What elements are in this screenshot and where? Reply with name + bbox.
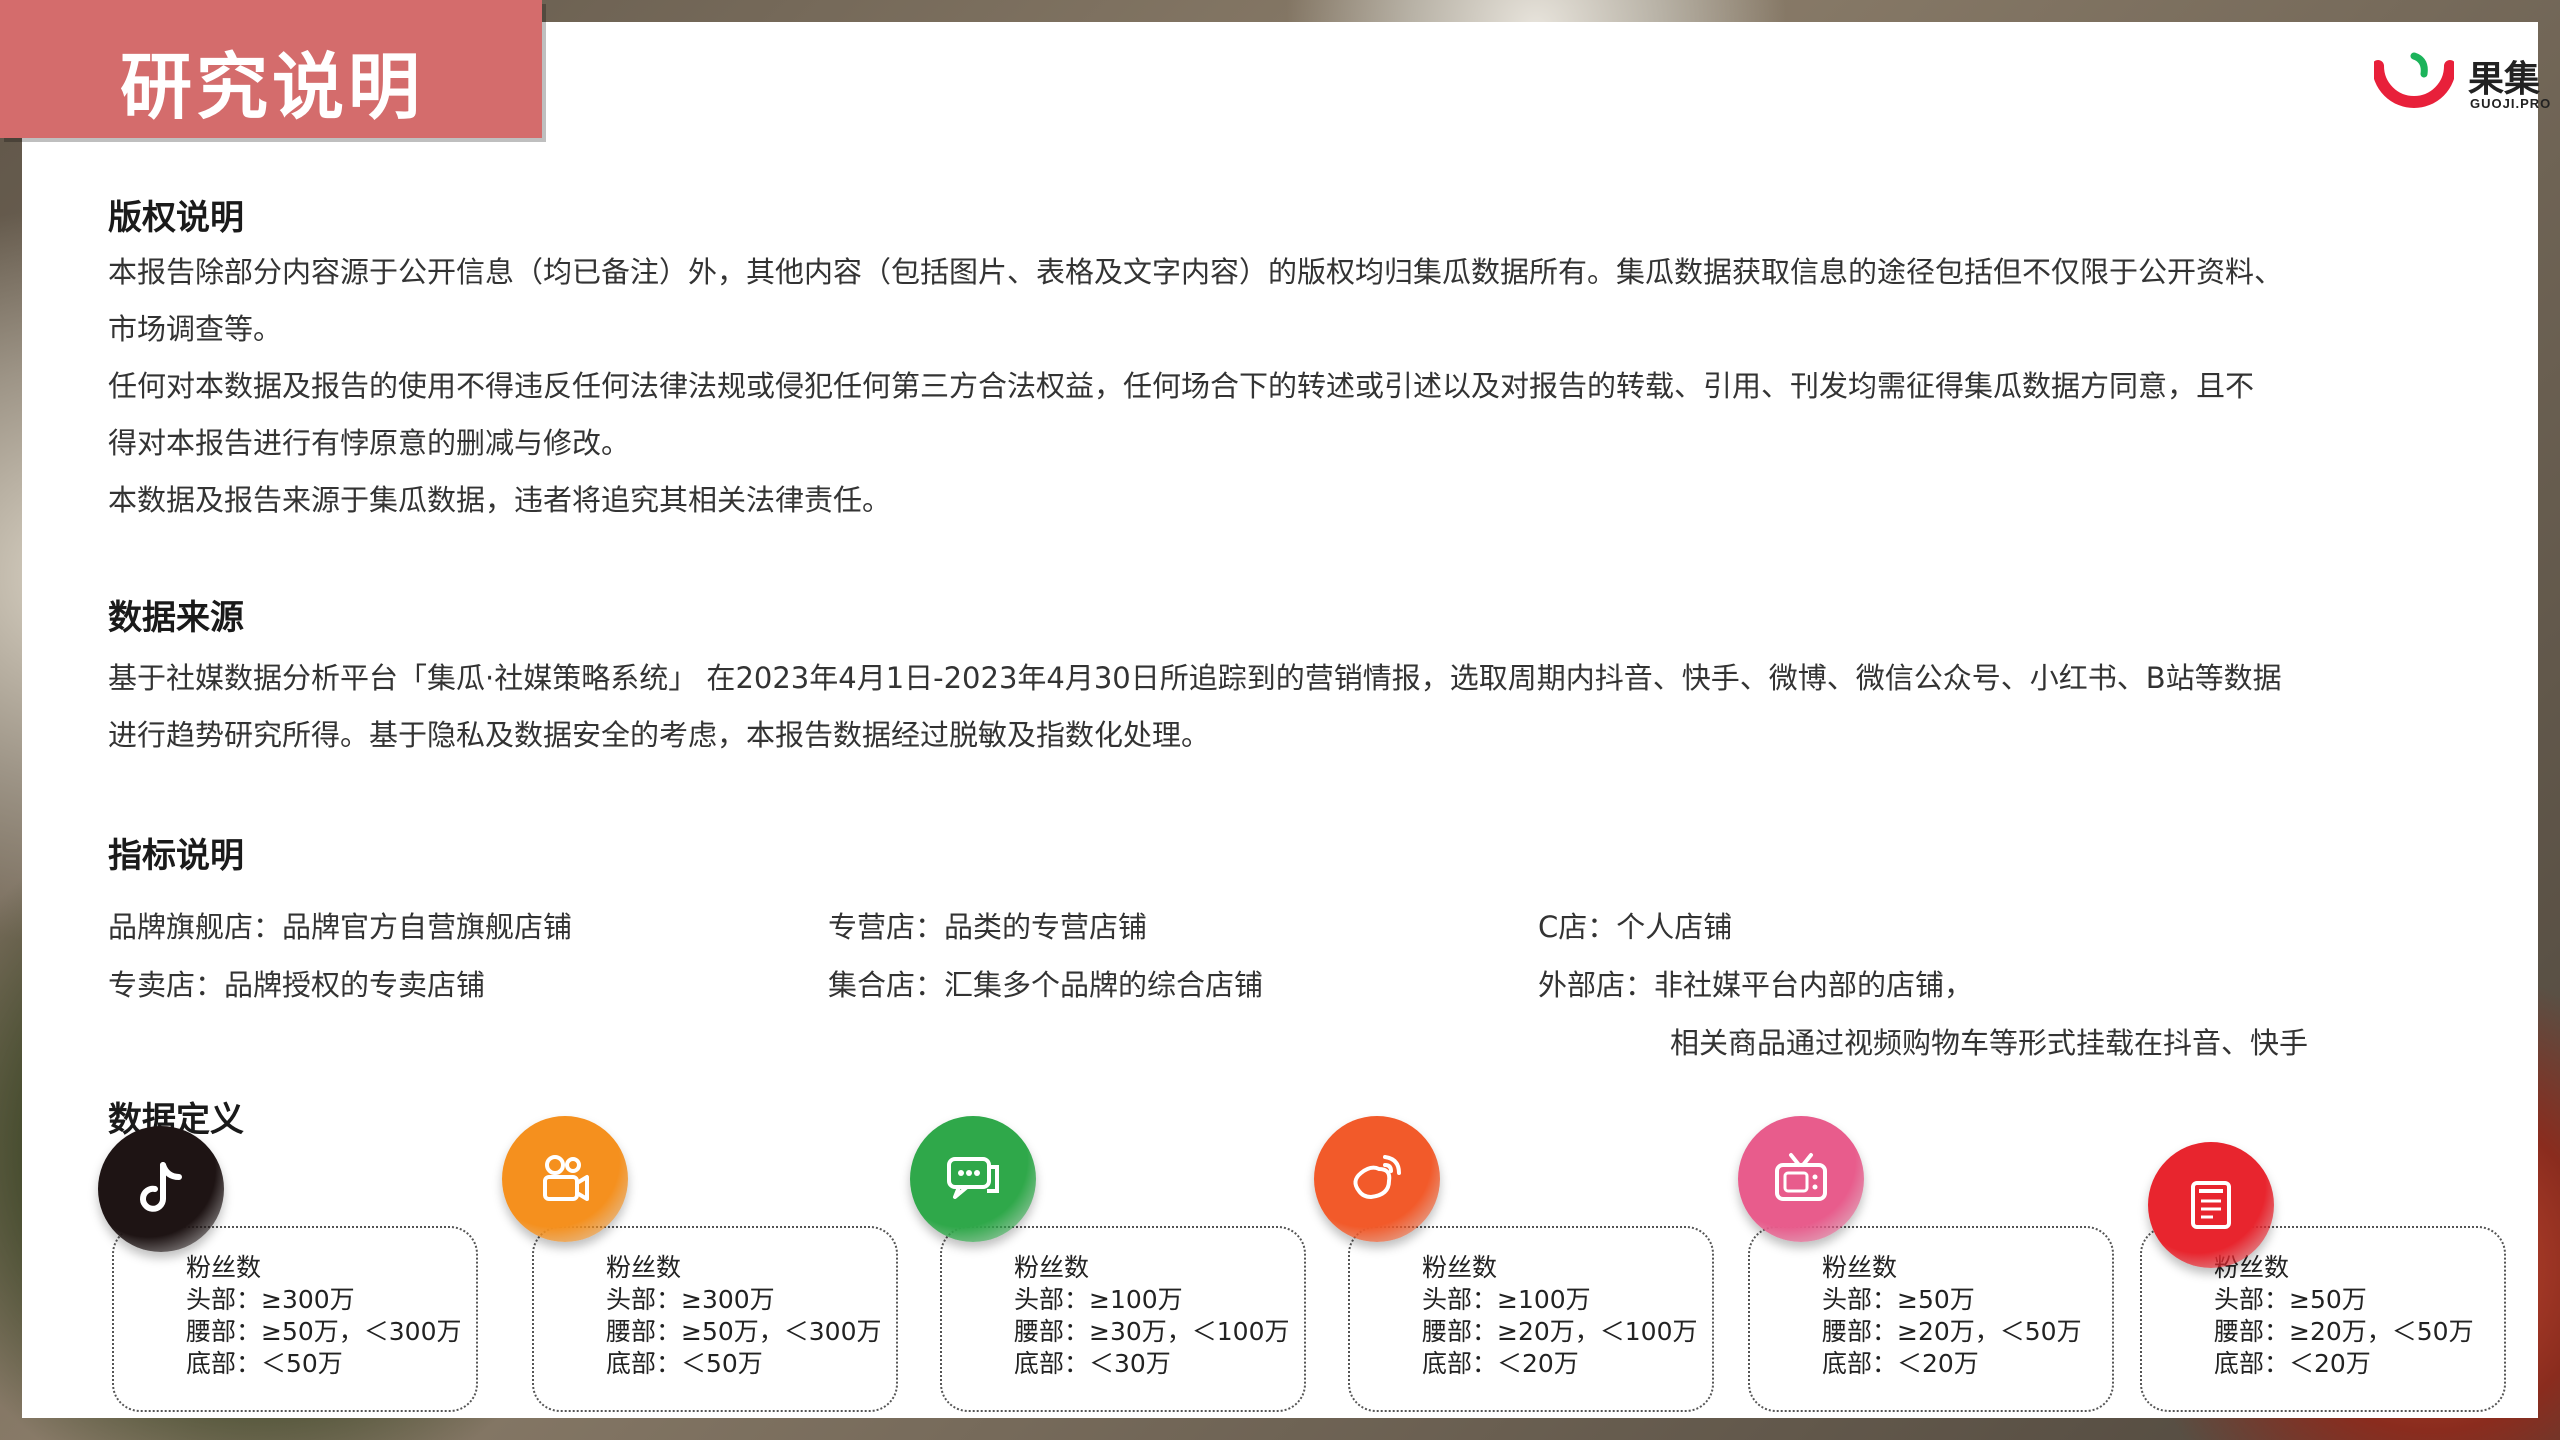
platform-box-wechat: 粉丝数 头部：≥100万 腰部：≥30万，＜100万 底部：＜30万 [940, 1226, 1306, 1412]
indicator-item: 相关商品通过视频购物车等形式挂载在抖音、快手 [1670, 1026, 2309, 1060]
box-line: 粉丝数 [1422, 1253, 1498, 1282]
box-line: 头部：≥100万 [1014, 1285, 1183, 1314]
box-line: 底部：＜50万 [606, 1349, 763, 1378]
copyright-line: 任何对本数据及报告的使用不得违反任何法律法规或侵犯任何第三方合法权益，任何场合下… [108, 369, 2255, 403]
box-line: 头部：≥300万 [606, 1285, 775, 1314]
bilibili-icon [1738, 1116, 1864, 1242]
box-line: 头部：≥300万 [186, 1285, 355, 1314]
content-card: 果集 GUOJI.PRO 版权说明 本报告除部分内容源于公开信息（均已备注）外，… [22, 22, 2550, 1418]
box-line: 腰部：≥30万，＜100万 [1014, 1317, 1290, 1346]
box-line: 腰部：≥20万，＜50万 [1822, 1317, 2082, 1346]
box-line: 底部：＜50万 [186, 1349, 343, 1378]
copyright-line: 得对本报告进行有悖原意的删减与修改。 [108, 426, 631, 460]
xiaohongshu-icon [2148, 1142, 2274, 1268]
indicator-item: 专营店：品类的专营店铺 [828, 910, 1148, 944]
box-line: 粉丝数 [1822, 1253, 1898, 1282]
box-line: 底部：＜20万 [2214, 1349, 2371, 1378]
indicator-item: 品牌旗舰店：品牌官方自营旗舰店铺 [108, 910, 573, 944]
box-line: 头部：≥50万 [1822, 1285, 1975, 1314]
copyright-line: 本数据及报告来源于集瓜数据，违者将追究其相关法律责任。 [108, 483, 892, 517]
box-line: 粉丝数 [186, 1253, 262, 1282]
page-title: 研究说明 [120, 45, 425, 129]
box-line: 底部：＜20万 [1422, 1349, 1579, 1378]
source-heading: 数据来源 [108, 598, 244, 638]
copyright-line: 本报告除部分内容源于公开信息（均已备注）外，其他内容（包括图片、表格及文字内容）… [108, 255, 2284, 289]
box-line: 腰部：≥50万，＜300万 [606, 1317, 882, 1346]
logo: 果集 GUOJI.PRO [2374, 48, 2554, 118]
logo-name-en: GUOJI.PRO [2470, 96, 2552, 111]
kuaishou-icon [502, 1116, 628, 1242]
box-line: 头部：≥100万 [1422, 1285, 1591, 1314]
box-line: 腰部：≥20万，＜50万 [2214, 1317, 2474, 1346]
source-line: 基于社媒数据分析平台「集瓜·社媒策略系统」 在2023年4月1日-2023年4月… [108, 661, 2282, 695]
box-line: 头部：≥50万 [2214, 1285, 2367, 1314]
wechat-icon [910, 1116, 1036, 1242]
platform-box-bilibili: 粉丝数 头部：≥50万 腰部：≥20万，＜50万 底部：＜20万 [1748, 1226, 2114, 1412]
platform-box-weibo: 粉丝数 头部：≥100万 腰部：≥20万，＜100万 底部：＜20万 [1348, 1226, 1714, 1412]
copyright-line: 市场调查等。 [108, 312, 283, 346]
source-line: 进行趋势研究所得。基于隐私及数据安全的考虑，本报告数据经过脱敏及指数化处理。 [108, 718, 1211, 752]
box-line: 腰部：≥20万，＜100万 [1422, 1317, 1698, 1346]
guoji-logo-icon [2374, 52, 2454, 108]
platform-box-kuaishou: 粉丝数 头部：≥300万 腰部：≥50万，＜300万 底部：＜50万 [532, 1226, 898, 1412]
indicators-heading: 指标说明 [108, 836, 244, 876]
indicator-item: 专卖店：品牌授权的专卖店铺 [108, 968, 486, 1002]
box-line: 腰部：≥50万，＜300万 [186, 1317, 462, 1346]
douyin-icon [98, 1126, 224, 1252]
copyright-heading: 版权说明 [108, 198, 244, 238]
box-line: 粉丝数 [606, 1253, 682, 1282]
logo-name-cn: 果集 [2468, 59, 2541, 100]
indicator-item: 集合店：汇集多个品牌的综合店铺 [828, 968, 1264, 1002]
indicator-item: 外部店：非社媒平台内部的店铺， [1538, 968, 1974, 1002]
platform-box-douyin: 粉丝数 头部：≥300万 腰部：≥50万，＜300万 底部：＜50万 [112, 1226, 478, 1412]
box-line: 底部：＜30万 [1014, 1349, 1171, 1378]
box-line: 底部：＜20万 [1822, 1349, 1979, 1378]
indicator-item: C店：个人店铺 [1538, 910, 1733, 944]
weibo-icon [1314, 1116, 1440, 1242]
title-banner: 研究说明 [0, 0, 542, 138]
box-line: 粉丝数 [1014, 1253, 1090, 1282]
